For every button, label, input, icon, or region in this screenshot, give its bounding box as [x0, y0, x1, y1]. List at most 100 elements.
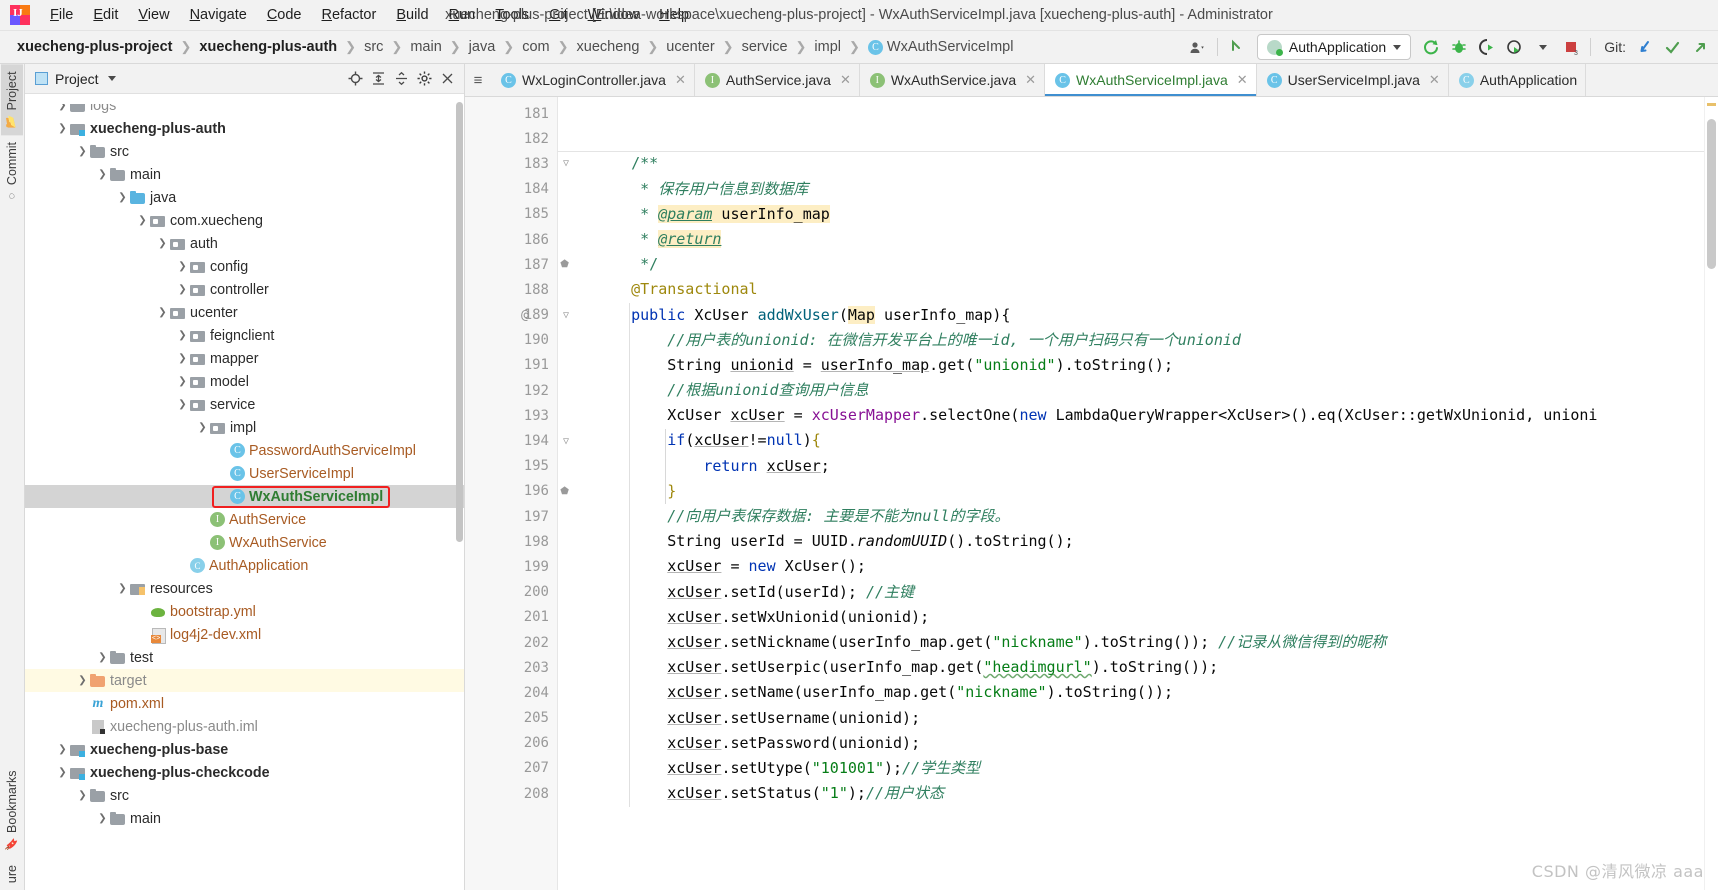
tree-node[interactable]: ❯IWxAuthService [25, 531, 464, 554]
editor-tab-wxauthserviceimpl[interactable]: C WxAuthServiceImpl.java ✕ [1045, 64, 1257, 96]
locate-icon[interactable] [344, 68, 366, 90]
menu-git[interactable]: Git [539, 4, 578, 26]
tree-node[interactable]: ❯IAuthService [25, 508, 464, 531]
code-content[interactable]: /** * 保存用户信息到数据库 * @param userInfo_map *… [557, 97, 1718, 890]
code-line[interactable]: */ [557, 252, 1718, 277]
editor-tab-userserviceimpl[interactable]: C UserServiceImpl.java ✕ [1256, 64, 1449, 96]
line-number[interactable]: 196 ⬟ [465, 479, 569, 504]
code-line[interactable]: //向用户表保存数据: 主要是不能为null的字段。 [557, 504, 1718, 529]
tree-node[interactable]: ❯ xuecheng-plus-base [25, 738, 464, 761]
line-number[interactable]: 191 [465, 353, 557, 378]
code-line[interactable]: xcUser.setWxUnionid(unionid); [557, 605, 1718, 630]
line-number[interactable]: 187 ⬟ [465, 252, 569, 277]
line-number[interactable]: 197 [465, 504, 557, 529]
project-tree-scrollbar-thumb[interactable] [456, 102, 463, 542]
chevron-down-icon[interactable]: ❯ [95, 169, 110, 180]
close-icon[interactable]: ✕ [1025, 72, 1036, 88]
tree-node[interactable]: ❯ impl [25, 416, 464, 439]
chevron-down-icon[interactable]: ❯ [75, 790, 90, 801]
code-line[interactable]: public XcUser addWxUser(Map userInfo_map… [557, 303, 1718, 328]
line-number[interactable]: 206 [465, 731, 557, 756]
tree-node[interactable]: ❯ service [25, 393, 464, 416]
code-line[interactable]: * @return [557, 227, 1718, 252]
line-number[interactable]: 182 [465, 126, 557, 151]
tool-tab-project[interactable]: 📂 Project [1, 64, 23, 136]
line-number[interactable]: 181 [465, 101, 557, 126]
tree-node[interactable]: ❯ model [25, 370, 464, 393]
code-line[interactable]: if(xcUser!=null){ [557, 428, 1718, 453]
code-line[interactable]: xcUser.setName(userInfo_map.get("nicknam… [557, 680, 1718, 705]
chevron-right-icon[interactable]: ❯ [55, 104, 70, 111]
chevron-down-icon[interactable]: ❯ [175, 399, 190, 410]
run-with-coverage-icon[interactable] [1473, 34, 1501, 60]
close-icon[interactable]: ✕ [1429, 72, 1440, 88]
line-number[interactable]: 205 [465, 706, 557, 731]
tree-node[interactable]: ❯ resources [25, 577, 464, 600]
tree-node-selected[interactable]: ❯CWxAuthServiceImpl [25, 485, 464, 508]
code-line[interactable]: /** [557, 151, 1718, 176]
tree-node[interactable]: ❯ src [25, 784, 464, 807]
tree-node[interactable]: ❯ auth [25, 232, 464, 255]
code-line[interactable]: xcUser = new XcUser(); [557, 554, 1718, 579]
code-line[interactable]: xcUser.setNickname(userInfo_map.get("nic… [557, 630, 1718, 655]
chevron-right-icon[interactable]: ❯ [175, 353, 190, 364]
code-line[interactable]: return xcUser; [557, 454, 1718, 479]
line-number[interactable]: 192 [465, 378, 557, 403]
project-tree[interactable]: ❯ logs ❯ xuecheng-plus-auth ❯ src ❯ main ❯ java ❯ c… [25, 94, 464, 890]
line-number[interactable]: 195 [465, 454, 557, 479]
close-icon[interactable]: ✕ [675, 72, 686, 88]
code-line[interactable]: xcUser.setUtype("101001");//学生类型 [557, 756, 1718, 781]
menu-help[interactable]: Help [649, 4, 699, 26]
chevron-right-icon[interactable]: ❯ [55, 744, 70, 755]
line-number[interactable]: @189 ▽ [465, 303, 569, 328]
chevron-right-icon[interactable]: ❯ [175, 330, 190, 341]
line-number[interactable]: 207 [465, 756, 557, 781]
line-number[interactable]: 201 [465, 605, 557, 630]
code-line[interactable]: xcUser.setUserpic(userInfo_map.get("head… [557, 655, 1718, 680]
tool-tab-commit[interactable]: ◌ Commit [1, 135, 23, 209]
run-configuration-selector[interactable]: AuthApplication [1256, 34, 1412, 60]
code-editor[interactable]: 181 182 183 ▽ 184 185 186 187 ⬟ 188 @189 ▽ 190 191 192… [465, 97, 1718, 890]
tree-node[interactable]: ❯ java [25, 186, 464, 209]
line-number[interactable]: 202 [465, 630, 557, 655]
menu-refactor[interactable]: Refactor [312, 4, 387, 26]
code-line[interactable]: xcUser.setStatus("1");//用户状态 [557, 781, 1718, 806]
code-line[interactable]: * 保存用户信息到数据库 [557, 177, 1718, 202]
tree-node[interactable]: ❯ src [25, 140, 464, 163]
line-number[interactable]: 208 [465, 781, 557, 806]
code-line[interactable]: String userId = UUID.randomUUID().toStri… [557, 529, 1718, 554]
gutter-override-icon[interactable]: @ [521, 308, 529, 323]
code-line[interactable]: XcUser xcUser = xcUserMapper.selectOne(n… [557, 403, 1718, 428]
chevron-down-icon[interactable]: ❯ [115, 583, 130, 594]
chevron-down-icon[interactable]: ❯ [75, 146, 90, 157]
menu-code[interactable]: Code [257, 4, 312, 26]
editor-scrollbar-track[interactable] [1704, 97, 1718, 890]
editor-tab-wxauthservice[interactable]: I WxAuthService.java ✕ [859, 64, 1046, 96]
editor-tab-authapplication[interactable]: C AuthApplication [1448, 64, 1587, 96]
tree-node[interactable]: ❯ test [25, 646, 464, 669]
chevron-down-icon[interactable]: ❯ [195, 422, 210, 433]
code-line[interactable] [557, 101, 1718, 126]
breadcrumb-item-main[interactable]: main [407, 38, 444, 56]
menu-window[interactable]: Window [578, 4, 650, 26]
chevron-down-icon[interactable]: ❯ [155, 238, 170, 249]
scrollbar-warning-mark[interactable] [1707, 103, 1716, 106]
run-icon[interactable] [1417, 34, 1445, 60]
line-number[interactable]: 193 [465, 403, 557, 428]
expand-all-icon[interactable] [367, 68, 389, 90]
profile-icon[interactable] [1501, 34, 1529, 60]
code-line[interactable]: //根据unionid查询用户信息 [557, 378, 1718, 403]
collapse-all-icon[interactable] [390, 68, 412, 90]
menu-navigate[interactable]: Navigate [180, 4, 257, 26]
code-line[interactable]: } [557, 479, 1718, 504]
breadcrumb-item-src[interactable]: src [361, 38, 386, 56]
close-icon[interactable]: ✕ [840, 72, 851, 88]
tree-node[interactable]: ❯CPasswordAuthServiceImpl [25, 439, 464, 462]
chevron-down-icon[interactable] [107, 76, 116, 81]
editor-tab-authservice[interactable]: I AuthService.java ✕ [694, 64, 860, 96]
chevron-down-icon[interactable]: ❯ [55, 767, 70, 778]
project-tree-scrollbar[interactable] [455, 94, 464, 890]
line-number[interactable]: 203 [465, 655, 557, 680]
tree-node[interactable]: ❯ xuecheng-plus-checkcode [25, 761, 464, 784]
line-number[interactable]: 198 [465, 529, 557, 554]
